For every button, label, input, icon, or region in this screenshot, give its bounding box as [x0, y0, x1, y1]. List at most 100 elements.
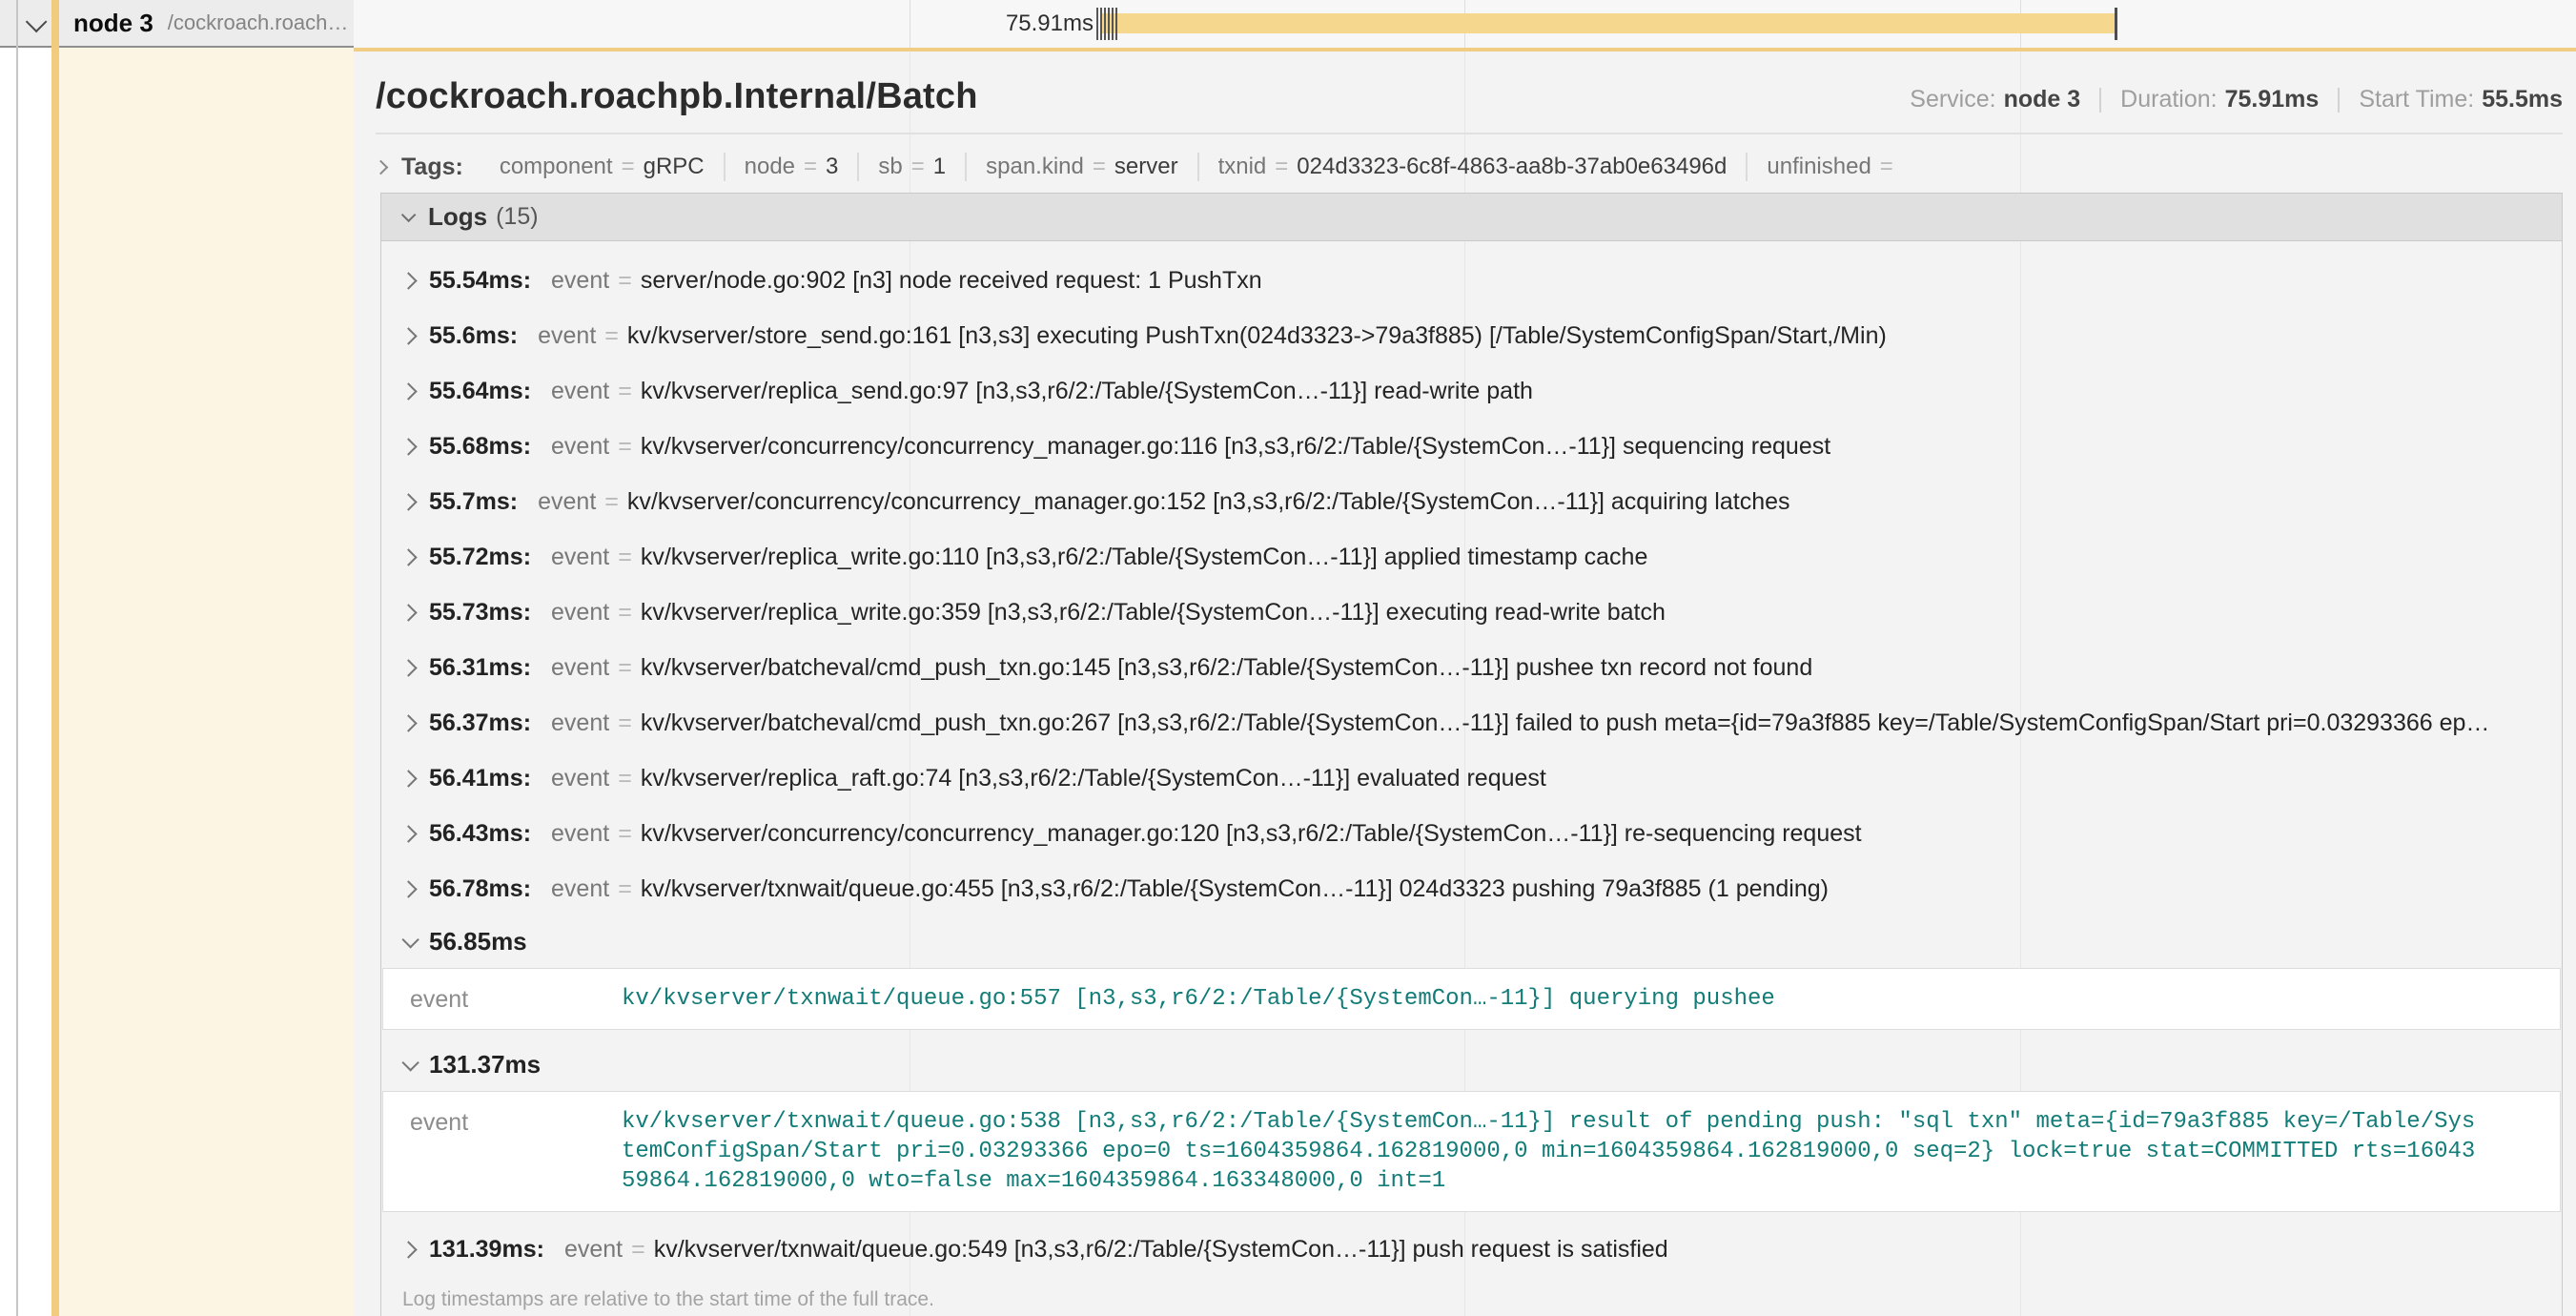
log-row[interactable]: 55.73ms:event=kv/kvserver/replica_write.… — [381, 585, 2562, 640]
logs-section: Logs (15) 55.54ms:event=server/node.go:9… — [380, 193, 2563, 1316]
log-expand-chevron-icon[interactable] — [399, 493, 417, 510]
span-timeline-cell[interactable]: 75.91ms — [354, 0, 2576, 48]
log-timestamp: 55.68ms: — [429, 433, 531, 461]
collapse-children-chevron-icon[interactable] — [26, 11, 48, 33]
log-row[interactable]: 131.39ms:event=kv/kvserver/txnwait/queue… — [381, 1222, 2562, 1277]
log-expand-chevron-icon[interactable] — [399, 770, 417, 787]
log-expand-chevron-icon[interactable] — [399, 880, 417, 897]
log-expand-chevron-icon[interactable] — [399, 659, 417, 676]
span-duration-bar[interactable] — [1101, 13, 2115, 33]
log-tick-end-marker — [2115, 8, 2117, 40]
tag-key: node — [745, 154, 795, 180]
log-expand-chevron-icon[interactable] — [399, 438, 417, 455]
tags-accordion[interactable]: Tags: component=gRPCnode=3sb=1span.kind=… — [376, 144, 2563, 190]
log-timestamp: 56.43ms: — [429, 820, 531, 848]
log-field-value: kv/kvserver/batcheval/cmd_push_txn.go:26… — [641, 709, 2490, 737]
span-service-name: node 3 — [73, 9, 153, 38]
equals-sign: = — [618, 765, 632, 792]
tag-item: sb=1 — [857, 153, 965, 181]
span-duration-label: 75.91ms — [954, 10, 1094, 37]
equals-sign: = — [1880, 154, 1893, 180]
log-field-key: event — [551, 267, 609, 295]
log-collapse-chevron-icon[interactable] — [401, 931, 419, 948]
log-field-value: kv/kvserver/replica_send.go:97 [n3,s3,r6… — [641, 378, 1533, 405]
log-timestamp: 55.6ms: — [429, 322, 518, 350]
log-row[interactable]: 55.7ms:event=kv/kvserver/concurrency/con… — [381, 474, 2562, 529]
log-field-value: kv/kvserver/replica_raft.go:74 [n3,s3,r6… — [641, 765, 1546, 792]
log-field-value: kv/kvserver/concurrency/concurrency_mana… — [641, 820, 1862, 848]
equals-sign: = — [622, 154, 635, 180]
meta-value: 75.91ms — [2225, 86, 2320, 113]
tag-key: span.kind — [986, 154, 1084, 180]
log-expand-chevron-icon[interactable] — [399, 714, 417, 731]
log-row[interactable]: 56.41ms:event=kv/kvserver/replica_raft.g… — [381, 751, 2562, 806]
log-row[interactable]: 56.37ms:event=kv/kvserver/batcheval/cmd_… — [381, 695, 2562, 751]
logs-title: Logs — [428, 202, 487, 232]
meta-label: Start Time: — [2359, 86, 2474, 113]
log-field-value: kv/kvserver/txnwait/queue.go:549 [n3,s3,… — [654, 1236, 1668, 1264]
tag-item: node=3 — [724, 153, 858, 181]
log-timestamp: 55.64ms: — [429, 378, 531, 405]
log-row[interactable]: 55.72ms:event=kv/kvserver/replica_write.… — [381, 529, 2562, 585]
span-detail-panel: /cockroach.roachpb.Internal/Batch Servic… — [354, 48, 2576, 1316]
log-timestamp: 56.31ms: — [429, 654, 531, 682]
log-expand-chevron-icon[interactable] — [399, 548, 417, 565]
log-collapse-chevron-icon[interactable] — [401, 1054, 419, 1071]
log-timestamp: 55.72ms: — [429, 544, 531, 571]
tag-item: unfinished = — [1746, 153, 1920, 181]
log-field-value: kv/kvserver/txnwait/queue.go:538 [n3,s3,… — [622, 1107, 2477, 1196]
log-field-key: event — [410, 984, 622, 1014]
title-divider — [376, 133, 2563, 134]
log-field-key: event — [551, 433, 609, 461]
log-field-value: kv/kvserver/txnwait/queue.go:455 [n3,s3,… — [641, 875, 1829, 903]
log-field-value: kv/kvserver/store_send.go:161 [n3,s3] ex… — [627, 322, 1887, 350]
equals-sign: = — [618, 599, 632, 627]
meta-separator — [2099, 88, 2101, 113]
log-row-expanded-header[interactable]: 56.85ms — [381, 916, 2562, 966]
log-field-key: event — [551, 765, 609, 792]
log-row[interactable]: 56.31ms:event=kv/kvserver/batcheval/cmd_… — [381, 640, 2562, 695]
tag-key: txnid — [1218, 154, 1267, 180]
tags-expand-chevron-icon[interactable] — [374, 159, 389, 175]
log-timestamp: 55.73ms: — [429, 599, 531, 627]
log-row[interactable]: 56.78ms:event=kv/kvserver/txnwait/queue.… — [381, 861, 2562, 916]
logs-collapse-chevron-icon[interactable] — [401, 208, 417, 223]
meta-separator — [2338, 88, 2340, 113]
column-resize-divider[interactable] — [16, 0, 18, 1316]
log-expand-chevron-icon[interactable] — [399, 327, 417, 344]
logs-accordion-header[interactable]: Logs (15) — [381, 194, 2562, 241]
log-expand-chevron-icon[interactable] — [399, 382, 417, 400]
log-expand-chevron-icon[interactable] — [399, 825, 417, 842]
log-field-value: kv/kvserver/replica_write.go:359 [n3,s3,… — [641, 599, 1666, 627]
log-row[interactable]: 56.43ms:event=kv/kvserver/concurrency/co… — [381, 806, 2562, 861]
tag-item: span.kind=server — [965, 153, 1196, 181]
log-row[interactable]: 55.54ms:event=server/node.go:902 [n3] no… — [381, 253, 2562, 308]
tag-item: txnid=024d3323-6c8f-4863-aa8b-37ab0e6349… — [1197, 153, 1747, 181]
log-timestamp: 131.37ms — [429, 1050, 541, 1080]
log-field-key: event — [564, 1236, 623, 1264]
log-expand-chevron-icon[interactable] — [399, 604, 417, 621]
equals-sign: = — [804, 154, 817, 180]
log-field-value: kv/kvserver/concurrency/concurrency_mana… — [627, 488, 1790, 516]
log-row-expanded-header[interactable]: 131.37ms — [381, 1039, 2562, 1089]
log-field-value: kv/kvserver/batcheval/cmd_push_txn.go:14… — [641, 654, 1812, 682]
log-field-key: event — [551, 378, 609, 405]
logs-body: 55.54ms:event=server/node.go:902 [n3] no… — [381, 241, 2562, 1277]
meta-value: 55.5ms — [2482, 86, 2563, 113]
log-field-key: event — [551, 544, 609, 571]
page-title: /cockroach.roachpb.Internal/Batch — [376, 76, 978, 117]
log-expand-chevron-icon[interactable] — [399, 1241, 417, 1258]
span-row[interactable]: node 3 /cockroach.roach… 75.91ms — [0, 0, 2576, 48]
log-field-value: server/node.go:902 [n3] node received re… — [641, 267, 1262, 295]
log-row[interactable]: 55.6ms:event=kv/kvserver/store_send.go:1… — [381, 308, 2562, 363]
log-expand-chevron-icon[interactable] — [399, 272, 417, 289]
equals-sign: = — [618, 433, 632, 461]
log-tick-marks — [1096, 8, 1117, 40]
tag-value: gRPC — [644, 154, 705, 180]
tag-key: unfinished — [1767, 154, 1871, 180]
log-row[interactable]: 55.68ms:event=kv/kvserver/concurrency/co… — [381, 419, 2562, 474]
log-row[interactable]: 55.64ms:event=kv/kvserver/replica_send.g… — [381, 363, 2562, 419]
span-detail-left-column — [59, 48, 354, 1316]
tags-list: component=gRPCnode=3sb=1span.kind=server… — [480, 153, 1921, 181]
tag-item: component=gRPC — [480, 153, 724, 181]
